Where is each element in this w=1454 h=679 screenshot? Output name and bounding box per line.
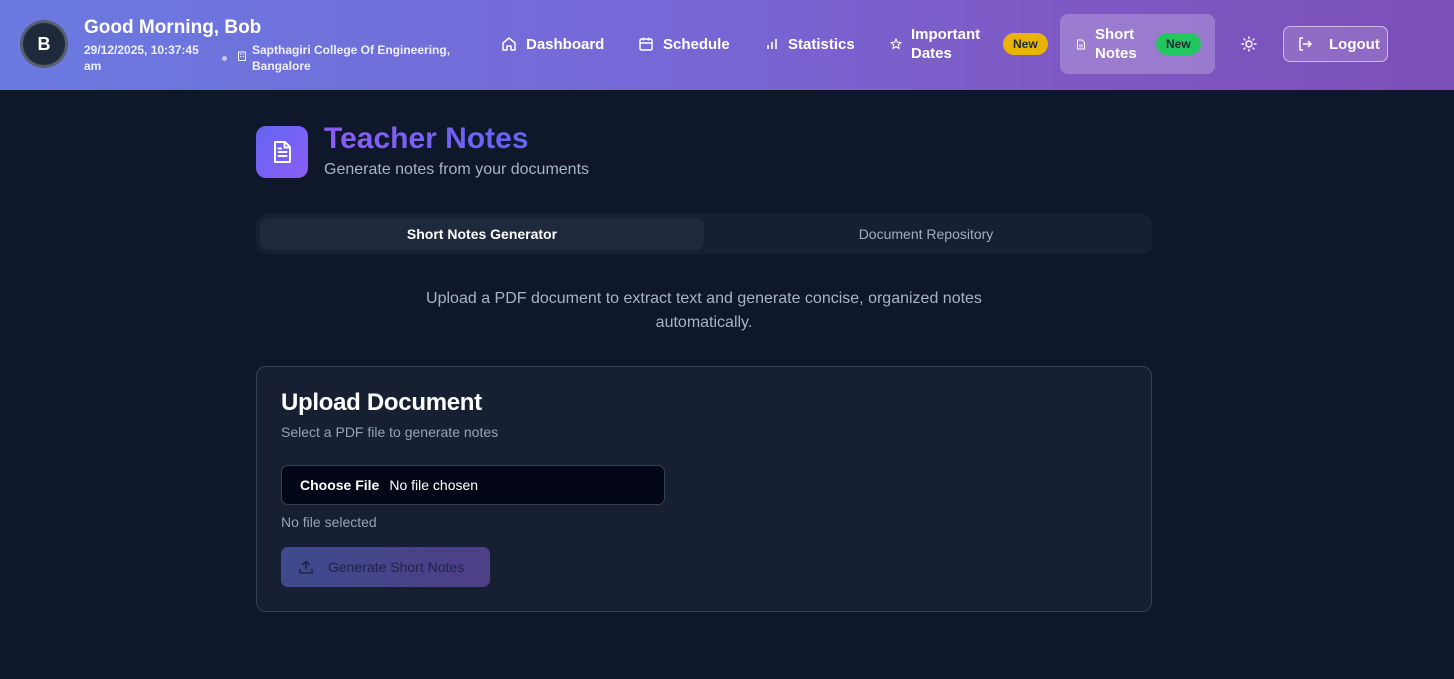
nav-schedule[interactable]: Schedule [638,34,730,54]
nav-important-dates-label: Important Dates [911,26,981,62]
greeting: Good Morning, Bob [84,17,262,38]
generate-short-notes-button[interactable]: Generate Short Notes [281,547,490,587]
building-icon [238,51,246,61]
file-status: No file selected [281,514,377,530]
nav-statistics-label: Statistics [788,35,855,53]
choose-file-button[interactable]: Choose File [300,477,379,493]
logout-label: Logout [1329,35,1380,53]
datetime: 29/12/2025, 10:37:45 am [84,43,199,73]
generate-button-label: Generate Short Notes [328,559,465,575]
bar-chart-icon [767,39,777,49]
intro-text: Upload a PDF document to extract text an… [426,290,982,331]
home-icon [502,37,516,51]
avatar-initial: B [37,33,51,54]
upload-card: Upload Document Select a PDF file to gen… [256,366,1152,612]
sun-icon [1241,36,1257,52]
tab-bar: Short Notes Generator Document Repositor… [256,214,1152,254]
new-badge: New [1156,33,1201,55]
college-name: Sapthagiri College Of Engineering, Banga… [252,43,451,73]
tab-short-notes-generator[interactable]: Short Notes Generator [260,218,704,250]
document-icon [1077,39,1085,49]
page-subtitle: Generate notes from your documents [324,161,590,178]
upload-icon [299,560,313,574]
new-badge: New [1003,33,1048,55]
logout-button[interactable]: Logout [1283,26,1388,62]
top-header: B Good Morning, Bob 29/12/2025, 10:37:45… [0,0,1454,90]
avatar[interactable]: B [20,20,68,68]
upload-card-subtitle: Select a PDF file to generate notes [281,424,499,440]
calendar-icon [639,37,653,51]
file-text-icon [274,141,291,163]
page-title: Teacher Notes [324,122,529,155]
nav-short-notes-label: Short Notes [1095,26,1137,62]
separator-dot [222,56,227,61]
upload-card-title: Upload Document [281,389,482,416]
file-chosen-text: No file chosen [389,477,479,493]
nav-dashboard-label: Dashboard [526,35,605,53]
nav-short-notes[interactable]: Short Notes New [1060,14,1215,74]
nav-statistics[interactable]: Statistics [765,34,855,54]
nav-important-dates[interactable]: Important Dates New [890,25,1048,63]
star-icon [890,38,902,50]
theme-toggle-button[interactable] [1238,33,1260,55]
notes-page-icon [256,126,308,178]
nav-dashboard[interactable]: Dashboard [501,34,604,54]
tab-document-repository[interactable]: Document Repository [704,218,1148,250]
logout-icon [1299,37,1312,51]
file-input[interactable]: Choose File No file chosen [281,465,665,505]
nav-schedule-label: Schedule [663,35,730,53]
